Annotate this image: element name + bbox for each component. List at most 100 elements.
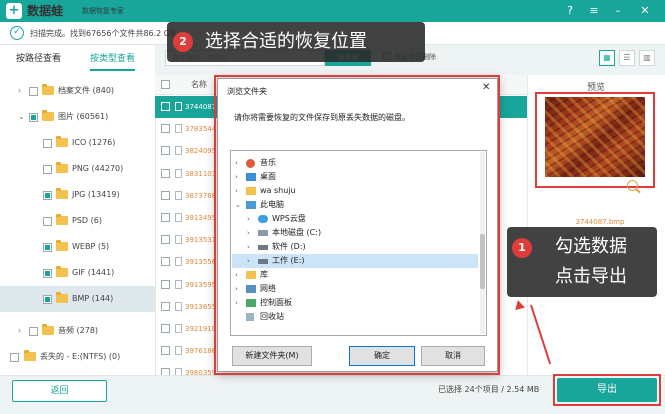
tree-item-label: JPG (13419) xyxy=(72,190,120,199)
preview-filename: 3744087.bmp xyxy=(575,218,625,226)
checkbox[interactable] xyxy=(161,190,170,200)
tree-item-label: ICO (1276) xyxy=(72,138,116,147)
help-icon[interactable]: ? xyxy=(562,3,578,19)
detail-view-icon[interactable]: ▥ xyxy=(639,50,655,66)
image-file-icon xyxy=(175,279,182,289)
folder-icon xyxy=(24,350,36,361)
tab-by-path[interactable]: 按路径查看 xyxy=(16,52,61,69)
tree-item-label: WEBP (5) xyxy=(72,242,110,251)
checkbox[interactable] xyxy=(161,235,170,245)
list-item[interactable]: 3831103 xyxy=(155,163,216,185)
image-file-icon xyxy=(175,257,182,267)
list-item[interactable]: 3921910 xyxy=(155,318,217,340)
selection-summary: 已选择 24个项目 / 2.54 MB xyxy=(438,385,540,394)
tree-item-images[interactable]: ⌄ 图片 (60561) xyxy=(0,104,155,130)
checkbox[interactable] xyxy=(161,124,170,134)
tree-item-png[interactable]: PNG (44270) xyxy=(0,156,155,182)
select-all-checkbox[interactable] xyxy=(161,80,170,89)
zoom-icon[interactable] xyxy=(627,180,638,191)
checkbox[interactable] xyxy=(43,295,52,304)
image-file-icon xyxy=(175,324,182,333)
chevron-right-icon[interactable]: › xyxy=(18,78,26,104)
checkbox[interactable] xyxy=(161,146,170,156)
checkbox[interactable] xyxy=(161,168,170,178)
folder-icon xyxy=(42,84,54,95)
checkbox[interactable] xyxy=(43,191,52,200)
minimize-icon[interactable]: – xyxy=(610,3,626,19)
folder-icon xyxy=(42,110,54,121)
step2-text: 选择合适的恢复位置 xyxy=(205,31,367,52)
file-name: 3913655 xyxy=(185,302,217,311)
checkbox[interactable] xyxy=(161,324,170,333)
check-circle-icon: ✓ xyxy=(10,26,24,40)
tree-item-lost[interactable]: 丢失的 - E:(NTFS) (0) xyxy=(0,344,155,370)
checkbox[interactable] xyxy=(43,243,52,252)
tree-item-gif[interactable]: GIF (1441) xyxy=(0,260,155,286)
app-name: 数据蛙 xyxy=(27,4,64,18)
list-item[interactable]: 3913556 xyxy=(155,251,217,273)
list-item[interactable]: 3913531 xyxy=(155,229,216,251)
list-item[interactable]: 3873768 xyxy=(155,185,216,207)
tree-item-label: 音频 (278) xyxy=(58,326,99,335)
checkbox[interactable] xyxy=(161,102,170,111)
folder-icon xyxy=(56,240,68,251)
list-item[interactable]: 3913655 xyxy=(155,296,217,318)
app-subtitle: 数据恢复专家 xyxy=(82,7,124,15)
tree-item-label: 档案文件 (840) xyxy=(58,86,115,95)
checkbox[interactable] xyxy=(161,346,170,356)
tree-item-label: GIF (1441) xyxy=(72,268,115,277)
tree-item-psd[interactable]: PSD (6) xyxy=(0,208,155,234)
checkbox[interactable] xyxy=(161,279,170,289)
list-item[interactable]: 3783544 xyxy=(155,118,216,140)
image-file-icon xyxy=(175,346,182,356)
checkbox[interactable] xyxy=(161,257,170,267)
tree-item-label: 丢失的 - E:(NTFS) (0) xyxy=(40,352,121,361)
image-file-icon xyxy=(175,213,182,222)
step1-line1: 勾选数据 xyxy=(555,236,627,257)
step2-number: 2 xyxy=(173,32,193,52)
tree-item-label: 图片 (60561) xyxy=(58,112,109,121)
scan-status: 扫描完成。找到67656个文件共86.2 GB xyxy=(30,29,176,38)
grid-view-icon[interactable]: ▦ xyxy=(599,50,615,66)
checkbox[interactable] xyxy=(161,213,170,222)
chevron-down-icon[interactable]: ⌄ xyxy=(18,104,26,130)
checkbox[interactable] xyxy=(43,139,52,148)
checkbox[interactable] xyxy=(43,269,52,278)
tree-item-label: PNG (44270) xyxy=(72,164,124,173)
list-item[interactable]: 3913495 xyxy=(155,207,216,229)
tree-item-bmp[interactable]: BMP (144) xyxy=(0,286,155,312)
checkbox[interactable] xyxy=(10,353,19,362)
list-item[interactable]: 3976186 xyxy=(155,340,216,362)
preview-highlight-box xyxy=(535,92,655,188)
checkbox[interactable] xyxy=(29,113,38,122)
name-column-header[interactable]: 名称 xyxy=(191,79,207,90)
file-name: 3824095 xyxy=(185,147,217,156)
file-name: 3921910 xyxy=(185,325,217,333)
tree-item-webp[interactable]: WEBP (5) xyxy=(0,234,155,260)
tree-item-jpg[interactable]: JPG (13419) xyxy=(0,182,155,208)
checkbox[interactable] xyxy=(43,217,52,226)
checkbox[interactable] xyxy=(161,301,170,311)
list-item[interactable]: 3913595 xyxy=(155,274,216,296)
folder-icon xyxy=(56,266,68,277)
checkbox[interactable] xyxy=(43,165,52,174)
list-view-icon[interactable]: ☰ xyxy=(619,50,635,66)
tree-item-audio[interactable]: › 音频 (278) xyxy=(0,318,155,344)
chevron-right-icon[interactable]: › xyxy=(18,318,26,344)
step1-number: 1 xyxy=(512,238,532,258)
checkbox[interactable] xyxy=(29,87,38,96)
tab-by-type[interactable]: 按类型查看 xyxy=(90,52,136,71)
back-button[interactable]: 返回 xyxy=(12,380,107,402)
close-icon[interactable]: ✕ xyxy=(637,3,653,19)
folder-icon xyxy=(56,214,68,225)
file-name: 3913556 xyxy=(185,258,217,267)
checkbox[interactable] xyxy=(29,327,38,336)
tree-item-ico[interactable]: ICO (1276) xyxy=(0,130,155,156)
menu-icon[interactable]: ≡ xyxy=(586,3,602,19)
image-file-icon xyxy=(175,190,182,200)
list-item[interactable]: 3824095 xyxy=(155,140,217,162)
tree-item-archives[interactable]: › 档案文件 (840) xyxy=(0,78,155,104)
folder-icon xyxy=(56,162,68,173)
tree-item-label: BMP (144) xyxy=(72,294,114,303)
tree-item-label: PSD (6) xyxy=(72,216,102,225)
